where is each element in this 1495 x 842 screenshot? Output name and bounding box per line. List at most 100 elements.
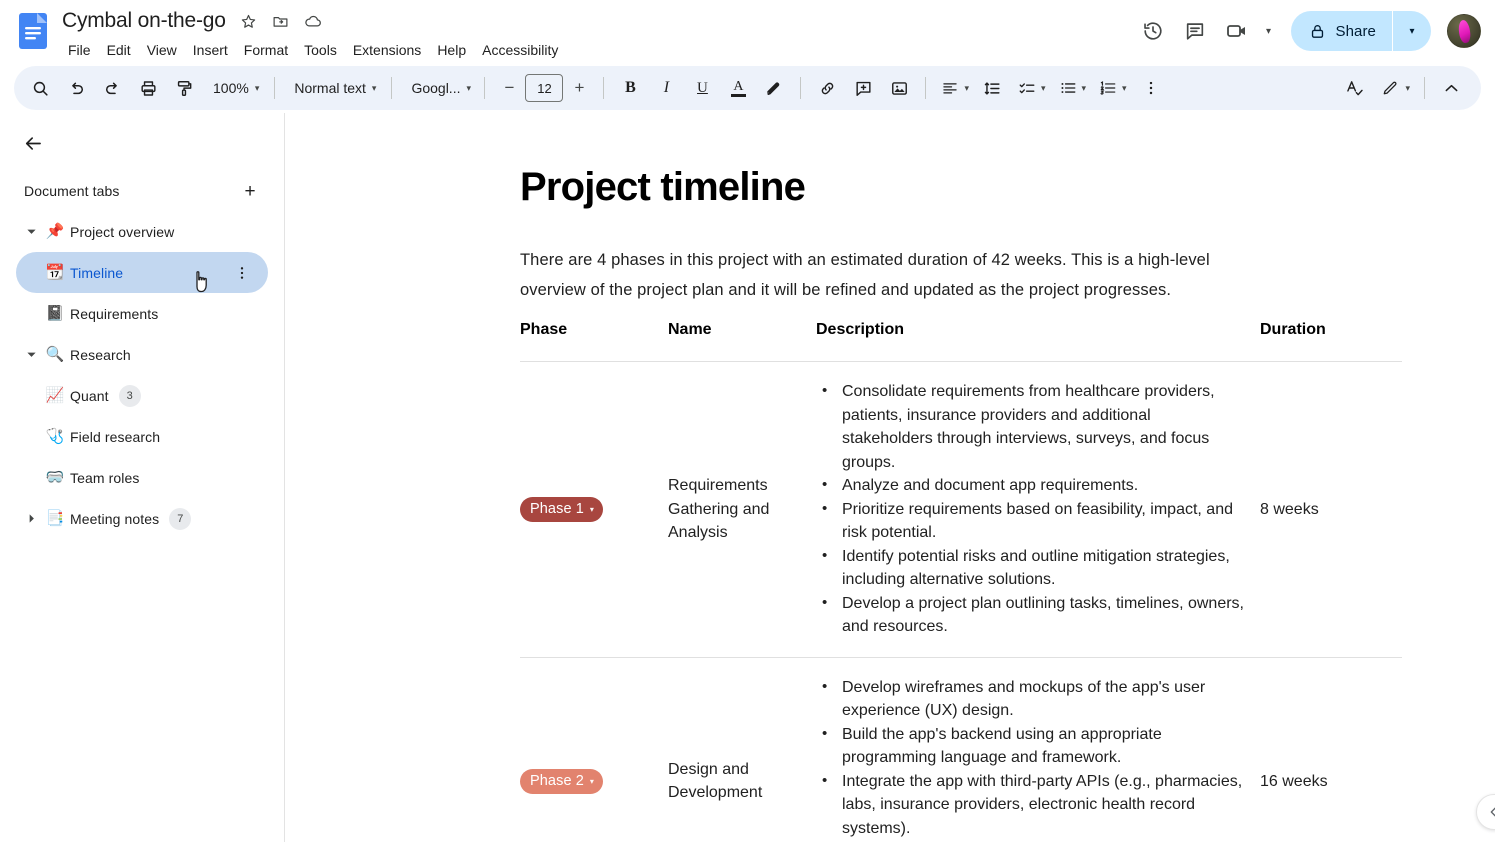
bulleted-list-icon [1059, 79, 1077, 97]
spelling-check-icon[interactable] [1339, 72, 1371, 104]
link-icon[interactable] [811, 72, 843, 104]
table-row: Phase 1 ▾ Requirements Gathering and Ana… [520, 361, 1402, 658]
print-icon[interactable] [132, 72, 164, 104]
sidebar-item-field-research[interactable]: 🩺 Field research [16, 416, 268, 457]
numbered-list-icon [1099, 79, 1117, 97]
italic-button[interactable]: I [650, 72, 682, 104]
share-dropdown-caret[interactable]: ▾ [1393, 11, 1431, 51]
sidebar-item-label: Meeting notes [70, 510, 160, 527]
sidebar-item-requirements[interactable]: 📓 Requirements [16, 293, 268, 334]
column-header-duration: Duration [1260, 321, 1326, 338]
increase-font-size-button[interactable]: + [565, 74, 593, 102]
cloud-saved-icon[interactable] [300, 8, 326, 34]
list-item: Develop wireframes and mockups of the ap… [816, 675, 1244, 723]
align-left-icon [941, 79, 959, 97]
sidebar-item-label: Project overview [70, 223, 175, 240]
toolbar-divider [800, 77, 802, 99]
add-tab-button[interactable]: + [236, 177, 264, 205]
meet-dropdown-caret[interactable]: ▾ [1257, 13, 1279, 49]
collapse-panel-button[interactable] [1476, 794, 1495, 830]
decrease-font-size-button[interactable]: − [495, 74, 523, 102]
text-color-button[interactable]: A [722, 72, 754, 104]
paragraph-style-dropdown[interactable]: Normal text ▾ [284, 72, 382, 104]
zoom-dropdown[interactable]: 100% ▾ [203, 72, 265, 104]
bold-label: B [625, 79, 636, 96]
sidebar-item-timeline[interactable]: 📆 Timeline [16, 252, 268, 293]
font-family-dropdown[interactable]: Googl... ▾ [401, 72, 475, 104]
tab-more-options-icon[interactable] [230, 261, 254, 285]
google-docs-logo-icon[interactable] [18, 12, 48, 50]
toolbar-divider [925, 77, 927, 99]
menu-item-help[interactable]: Help [429, 38, 474, 62]
chevron-right-icon[interactable] [20, 508, 42, 530]
underline-button[interactable]: U [686, 72, 718, 104]
phase-chip-label: Phase 1 [530, 500, 584, 517]
notes-emoji: 📑 [45, 510, 65, 527]
move-to-folder-icon[interactable] [268, 8, 294, 34]
menu-item-format[interactable]: Format [236, 38, 296, 62]
star-icon[interactable] [236, 8, 262, 34]
table-header-row: Phase Name Description Duration [520, 321, 1402, 362]
video-camera-icon[interactable] [1217, 11, 1257, 51]
document-title[interactable]: Cymbal on-the-go [58, 9, 230, 33]
font-family-value: Googl... [411, 80, 461, 96]
sidebar-item-meeting-notes[interactable]: 📑 Meeting notes 7 [16, 498, 268, 539]
menu-item-view[interactable]: View [139, 38, 185, 62]
undo-icon[interactable] [60, 72, 92, 104]
title-block: Cymbal on-the-go File Edit View Insert F… [58, 6, 566, 62]
cell-name: Design and Development [668, 657, 816, 842]
bold-button[interactable]: B [614, 72, 646, 104]
share-button[interactable]: Share ▾ [1291, 11, 1431, 51]
numbered-list-dropdown[interactable]: ▾ [1093, 72, 1132, 104]
user-avatar[interactable] [1447, 14, 1481, 48]
bulleted-list-dropdown[interactable]: ▾ [1053, 72, 1092, 104]
menu-item-file[interactable]: File [60, 38, 99, 62]
back-arrow-icon[interactable] [13, 123, 53, 163]
insert-image-icon[interactable] [883, 72, 915, 104]
sidebar-item-quant[interactable]: 📈 Quant 3 [16, 375, 268, 416]
editing-mode-dropdown[interactable]: ▾ [1374, 72, 1415, 104]
phase-chip[interactable]: Phase 1 ▾ [520, 496, 604, 522]
share-main[interactable]: Share [1291, 11, 1392, 51]
chevron-down-icon[interactable] [20, 221, 42, 243]
chevron-down-icon: ▾ [1122, 82, 1127, 93]
magnifying-glass-emoji: 🔍 [45, 346, 65, 363]
collapse-toolbar-icon[interactable] [1435, 72, 1467, 104]
top-bar: Cymbal on-the-go File Edit View Insert F… [0, 0, 1495, 62]
comment-icon[interactable] [1175, 11, 1215, 51]
search-icon[interactable] [24, 72, 56, 104]
cell-duration: 8 weeks [1260, 361, 1402, 658]
paragraph-style-value: Normal text [294, 80, 366, 96]
redo-icon[interactable] [96, 72, 128, 104]
sidebar-item-research[interactable]: 🔍 Research [16, 334, 268, 375]
toolbar-divider [603, 77, 605, 99]
font-size-input[interactable]: 12 [525, 74, 564, 102]
menu-item-accessibility[interactable]: Accessibility [474, 38, 566, 62]
menu-item-tools[interactable]: Tools [296, 38, 345, 62]
paint-format-icon[interactable] [168, 72, 200, 104]
checklist-dropdown[interactable]: ▾ [1012, 72, 1051, 104]
column-header-name: Name [668, 321, 712, 338]
sidebar-item-label: Field research [70, 428, 161, 445]
text-color-label: A [733, 78, 744, 94]
sidebar-item-team-roles[interactable]: 🥽 Team roles [16, 457, 268, 498]
phase-chip[interactable]: Phase 2 ▾ [520, 768, 604, 794]
lasso-emoji: 🥽 [45, 469, 65, 486]
menu-item-edit[interactable]: Edit [99, 38, 139, 62]
sidebar-item-project-overview[interactable]: 📌 Project overview [16, 211, 268, 252]
list-item: Identify potential risks and outline mit… [816, 544, 1244, 592]
chart-increasing-emoji: 📈 [45, 387, 65, 404]
menu-item-extensions[interactable]: Extensions [345, 38, 429, 62]
highlighter-icon[interactable] [758, 72, 790, 104]
line-spacing-icon[interactable] [977, 72, 1009, 104]
table-header: Phase Name Description Duration [520, 321, 1402, 362]
add-comment-icon[interactable] [847, 72, 879, 104]
menu-item-insert[interactable]: Insert [185, 38, 236, 62]
toolbar-divider [391, 77, 393, 99]
version-history-icon[interactable] [1133, 11, 1173, 51]
chevron-down-icon: ▾ [254, 82, 260, 93]
align-dropdown[interactable]: ▾ [935, 72, 974, 104]
document-canvas[interactable]: Project timeline There are 4 phases in t… [286, 113, 1495, 842]
chevron-down-icon[interactable] [20, 344, 42, 366]
more-options-icon[interactable] [1135, 72, 1167, 104]
